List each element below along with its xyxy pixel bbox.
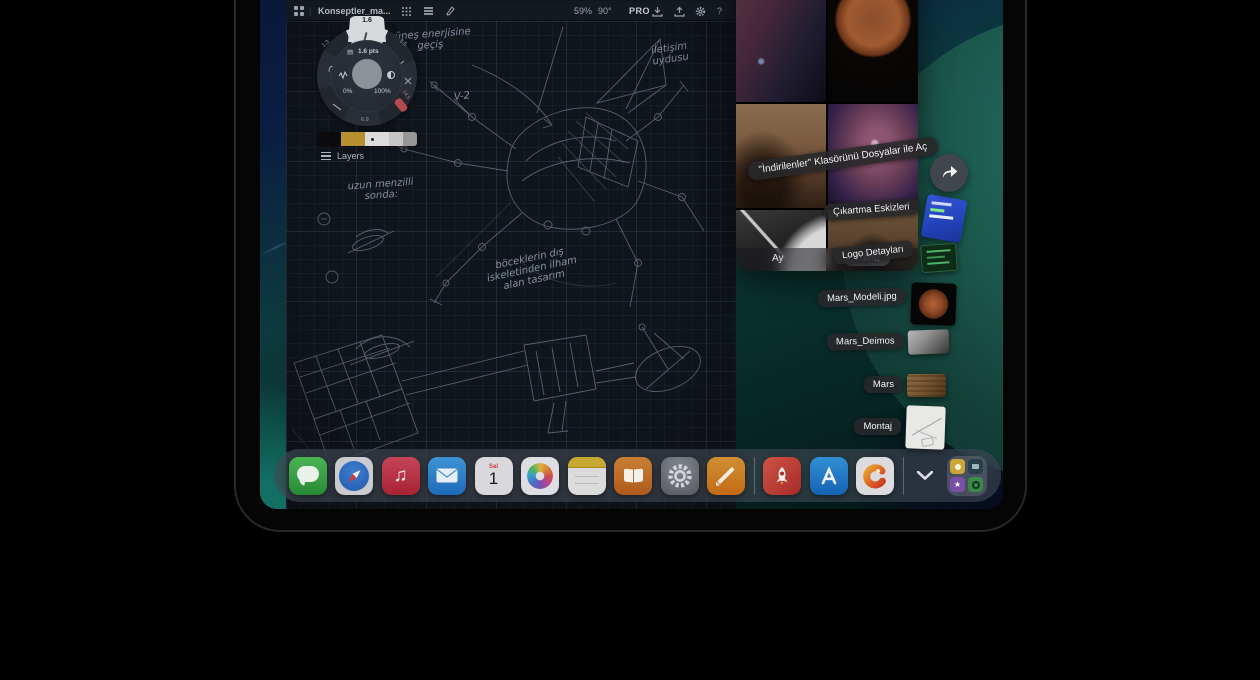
opacity-max: 100% <box>374 88 391 95</box>
bubble-tail <box>298 478 305 485</box>
mini-camera-icon <box>968 459 983 474</box>
pro-badge[interactable]: PRO <box>629 1 650 21</box>
file-thumb-mars-model[interactable] <box>910 282 956 326</box>
file-thumb-mars-deimos[interactable] <box>908 329 950 354</box>
sticker-text-line <box>930 208 944 212</box>
concepts-app-window: | Konseptler_ma... 59% 90° PRO <box>286 0 736 509</box>
tool-wheel-center[interactable]: ▤ 1.6 pts 0% 100% <box>331 40 403 112</box>
sticker-text-line <box>927 261 949 265</box>
app-store-icon[interactable] <box>810 457 848 495</box>
rotation-value[interactable]: 90° <box>598 1 612 21</box>
messages-app-icon[interactable] <box>289 457 327 495</box>
tool-wheel[interactable]: 1.6 1.3 3.5 14.5 6.9 ▤ 1.6 pts <box>317 26 417 126</box>
rocket-app-icon[interactable] <box>763 457 801 495</box>
drag-item-label[interactable]: Mars_Modeli.jpg <box>818 287 906 307</box>
photos-app-icon[interactable] <box>521 457 559 495</box>
photo-mars-planet[interactable] <box>828 0 918 102</box>
gear-icon <box>667 463 693 489</box>
settings-app-icon[interactable] <box>661 457 699 495</box>
sticker-text-line <box>926 249 950 253</box>
drag-item-label[interactable]: Mars <box>864 376 903 393</box>
mini-star-icon: ★ <box>950 477 965 492</box>
sticker-text-line <box>931 201 951 206</box>
notes-header <box>568 457 606 468</box>
envelope-icon <box>436 468 458 483</box>
music-app-icon[interactable]: ♫ <box>382 457 420 495</box>
brush-size-value: 1.6 pts <box>358 48 379 55</box>
mini-timer-icon <box>968 477 983 492</box>
share-button[interactable] <box>930 154 968 192</box>
swatch-gray[interactable] <box>403 132 417 146</box>
recent-apps-cluster[interactable]: ★ <box>947 456 987 496</box>
app-store-a <box>818 466 840 486</box>
smoothing-icon <box>338 70 348 80</box>
color-swatch-bar <box>317 132 417 146</box>
notes-line <box>575 476 599 478</box>
dock-divider <box>903 457 904 495</box>
sketch-line <box>912 418 942 436</box>
selected-color-dot <box>371 138 374 141</box>
swatch-light-gray[interactable] <box>389 132 403 146</box>
file-thumb-montage[interactable] <box>905 405 945 449</box>
sketch-shape <box>921 437 934 447</box>
drag-item-label[interactable]: Montaj <box>854 418 901 435</box>
rocket-icon <box>770 464 794 488</box>
swatch-black[interactable] <box>317 132 341 146</box>
toolbar-separator: | <box>309 1 311 21</box>
photos-flower <box>527 463 553 489</box>
swatch-gold[interactable] <box>341 132 365 146</box>
workspace-grid-icon[interactable] <box>294 1 304 21</box>
c-app-icon[interactable] <box>856 457 894 495</box>
export-icon[interactable] <box>674 1 685 21</box>
sticker-thumb-green[interactable] <box>920 243 958 273</box>
mail-app-icon[interactable] <box>428 457 466 495</box>
dots-grid-icon[interactable] <box>402 1 411 21</box>
opacity-icon <box>387 71 395 79</box>
ipad-screen: | Konseptler_ma... 59% 90° PRO <box>260 0 1003 509</box>
share-arrow-icon <box>939 164 959 182</box>
chevron-down-icon <box>917 471 933 480</box>
dock: ♫ Sal 1 <box>274 449 1001 502</box>
books-app-icon[interactable] <box>614 457 652 495</box>
c-swirl <box>861 462 889 490</box>
drawing-app-icon[interactable] <box>707 457 745 495</box>
sticker-text-line <box>927 256 945 259</box>
sticker-thumb-blue[interactable] <box>921 194 968 243</box>
calendar-day: 1 <box>489 470 498 487</box>
settings-gear-icon[interactable] <box>695 1 706 21</box>
notes-line <box>575 483 599 485</box>
calendar-app-icon[interactable]: Sal 1 <box>475 457 513 495</box>
layers-button[interactable]: Layers <box>321 151 364 161</box>
sticker-text-line <box>929 214 953 219</box>
photo-nebula-horsehead[interactable] <box>736 0 826 102</box>
mini-tips-icon <box>950 459 965 474</box>
ipad-device: | Konseptler_ma... 59% 90° PRO <box>234 0 1027 532</box>
opacity-min: 0% <box>343 88 352 95</box>
dock-divider <box>754 457 755 495</box>
layers-stack-icon[interactable] <box>423 1 434 21</box>
album-title: Ay <box>772 253 784 264</box>
help-icon[interactable]: ? <box>717 1 722 21</box>
notes-app-icon[interactable] <box>568 457 606 495</box>
swatch-white-selected[interactable] <box>365 132 389 146</box>
drag-item-label[interactable]: Mars_Deimos <box>827 332 904 350</box>
layers-label: Layers <box>337 151 364 161</box>
zoom-level[interactable]: 59% <box>574 1 592 21</box>
photos-panel: Ay Tümü <box>736 0 918 271</box>
tool-wheel-knob[interactable] <box>352 59 382 89</box>
layers-menu-icon <box>321 152 331 160</box>
file-thumb-mars-sepia[interactable] <box>907 374 946 397</box>
pen-tool-icon[interactable] <box>445 1 455 21</box>
download-icon[interactable] <box>652 1 663 21</box>
dock-collapse-button[interactable] <box>912 457 938 495</box>
pen-body <box>717 466 735 484</box>
safari-app-icon[interactable] <box>335 457 373 495</box>
open-book <box>624 469 643 482</box>
stroke-width-icon: ▤ <box>347 48 353 56</box>
annotation-version: V-2 <box>453 90 470 103</box>
